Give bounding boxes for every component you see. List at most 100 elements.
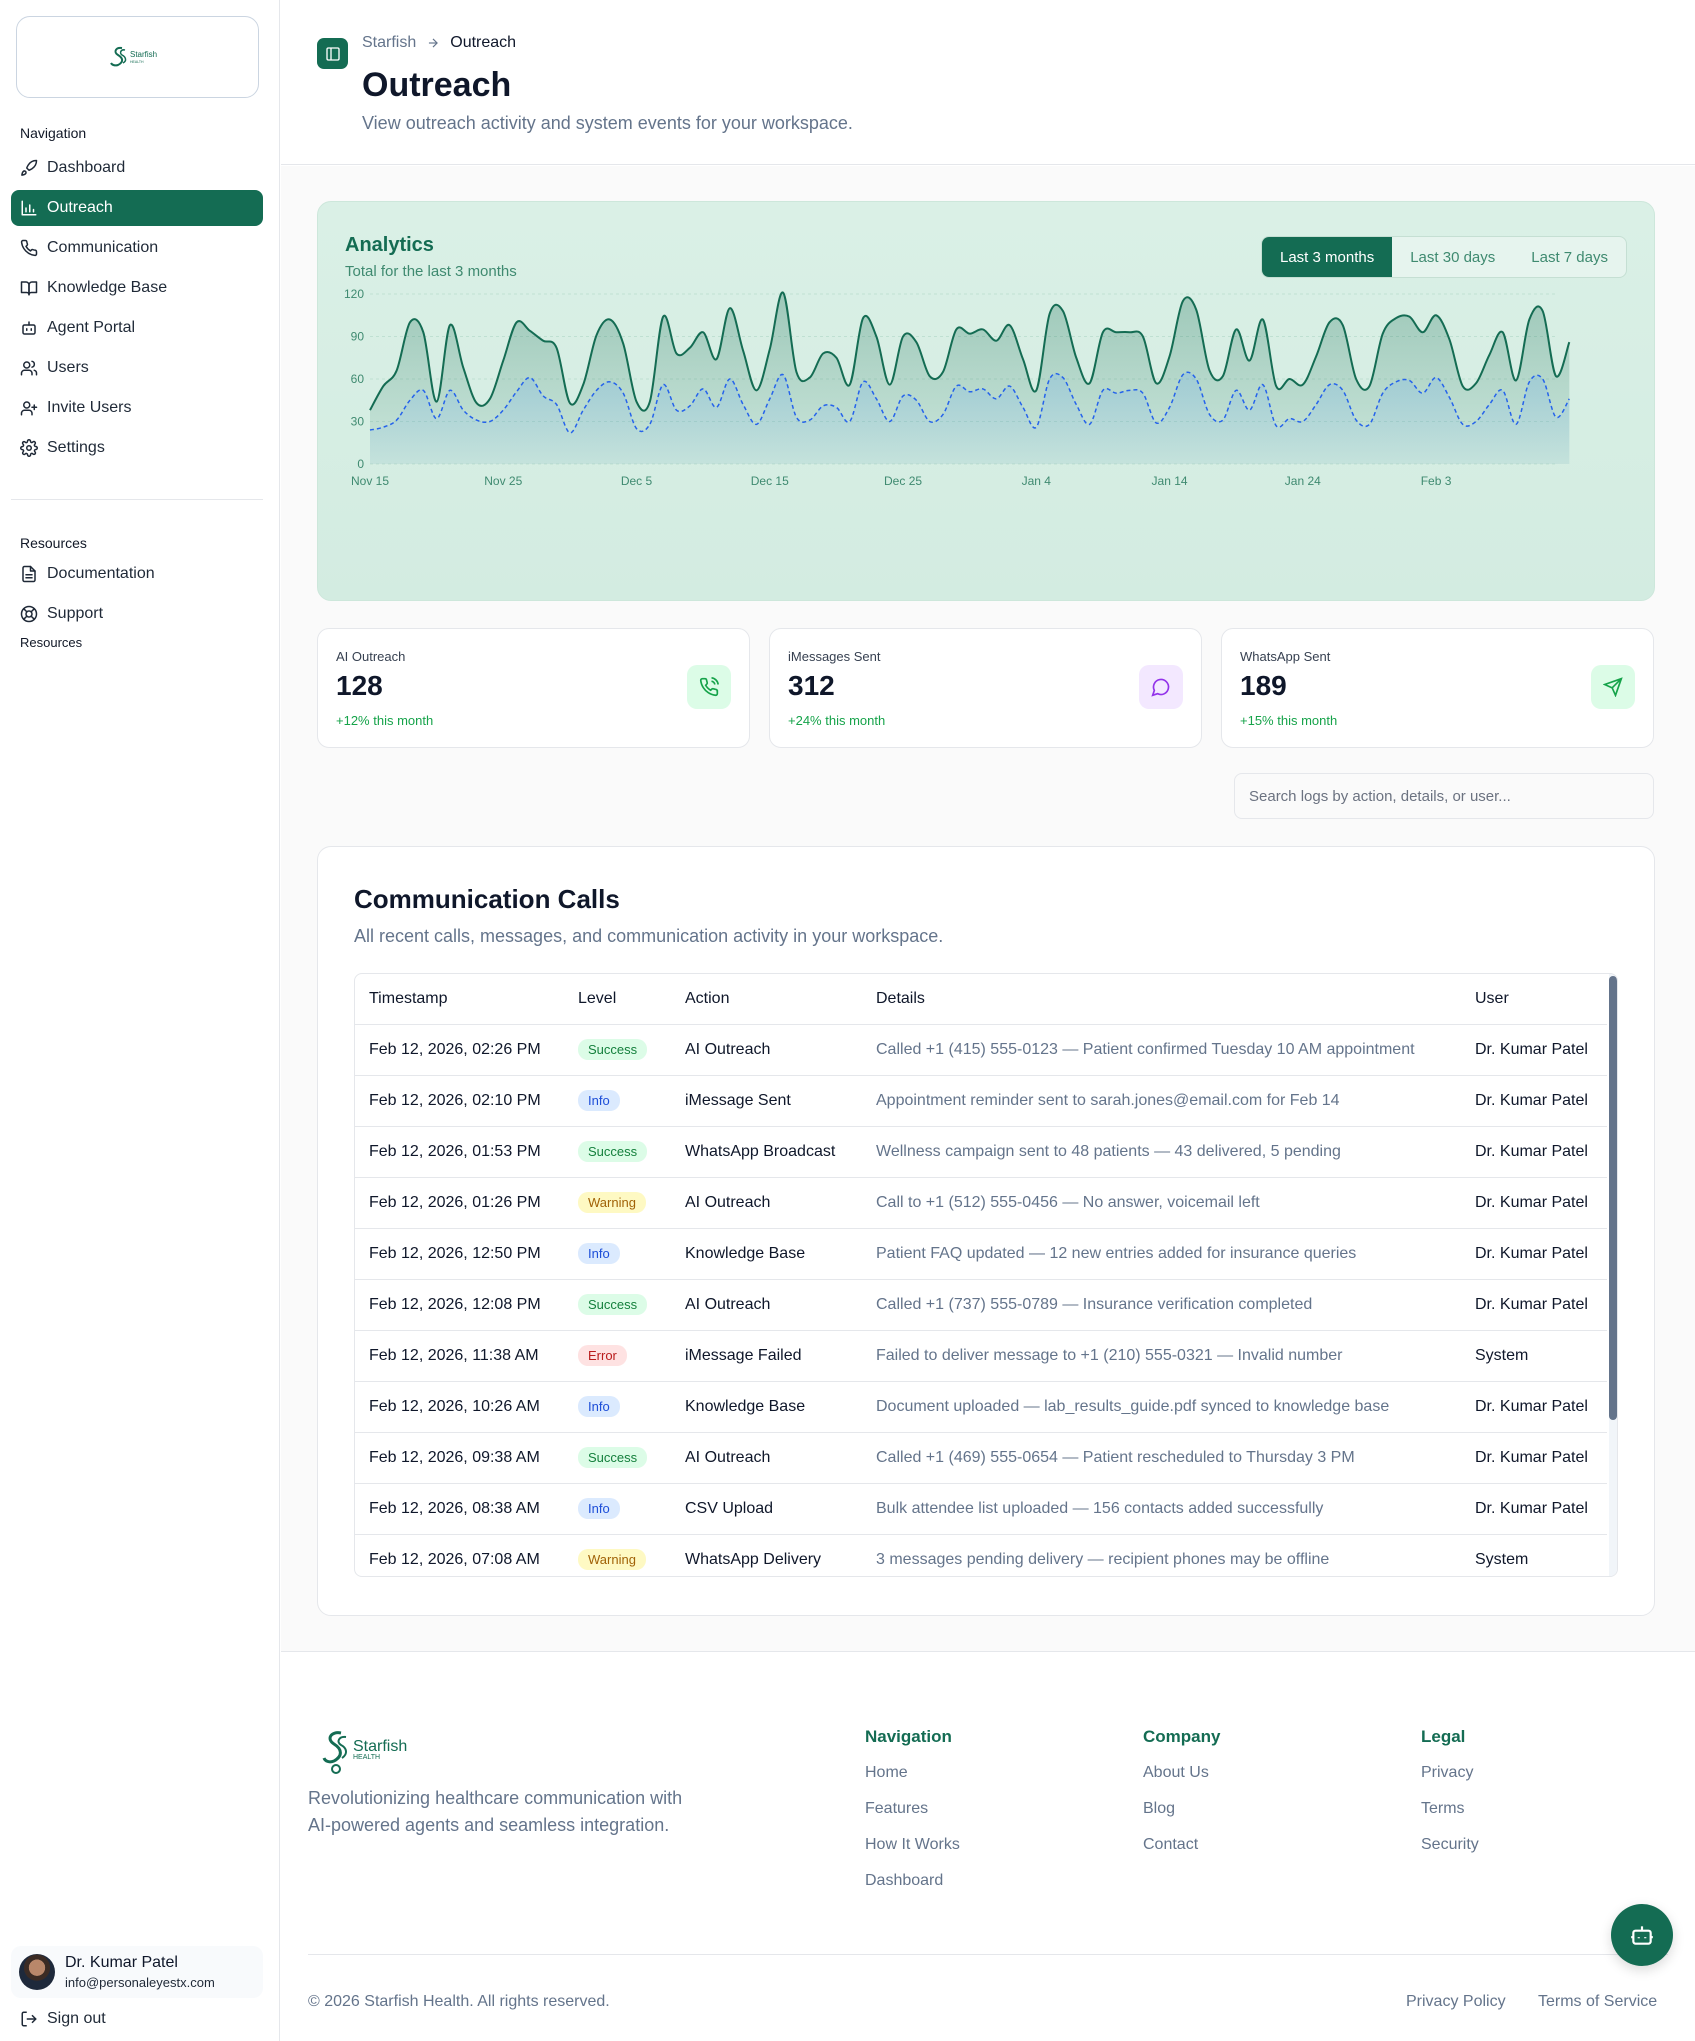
- table-row[interactable]: Feb 12, 2026, 12:50 PM Info Knowledge Base…: [355, 1228, 1607, 1280]
- cell-user: Dr. Kumar Patel: [1461, 1432, 1607, 1484]
- breadcrumb-item-starfish[interactable]: Starfish: [362, 34, 416, 52]
- search-logs-input[interactable]: [1234, 773, 1654, 819]
- sidebar-item-dashboard[interactable]: Dashboard: [11, 150, 263, 186]
- avatar: [19, 1954, 55, 1990]
- cell-user: Dr. Kumar Patel: [1461, 1483, 1607, 1535]
- y-tick-label: 0: [357, 457, 364, 471]
- footer-terms-of-service-link[interactable]: Terms of Service: [1538, 1993, 1657, 2011]
- sign-out-button[interactable]: Sign out: [20, 2010, 106, 2028]
- footer-link-dashboard[interactable]: Dashboard: [865, 1872, 960, 1891]
- table-row[interactable]: Feb 12, 2026, 01:53 PM Success WhatsApp Br…: [355, 1126, 1607, 1178]
- cell-user: System: [1461, 1534, 1607, 1576]
- sidebar-item-label: Settings: [47, 439, 105, 456]
- breadcrumb: Starfish Outreach: [362, 34, 516, 52]
- footer-link-privacy[interactable]: Privacy: [1421, 1764, 1479, 1783]
- table-scrollbar[interactable]: [1609, 974, 1617, 1576]
- users-icon: [20, 359, 38, 377]
- user-name: Dr. Kumar Patel: [65, 1954, 178, 1971]
- user-profile-card[interactable]: Dr. Kumar Patel info@personaleyestx.com: [11, 1946, 263, 1998]
- footer-link-terms[interactable]: Terms: [1421, 1800, 1479, 1819]
- book-icon: [20, 279, 38, 297]
- table-row[interactable]: Feb 12, 2026, 12:08 PM Success AI Outreach…: [355, 1279, 1607, 1331]
- cell-action: WhatsApp Delivery: [671, 1534, 862, 1576]
- footer-col-title: Legal: [1421, 1727, 1466, 1746]
- cell-user: System: [1461, 1330, 1607, 1382]
- brand-logo[interactable]: Starfish HEALTH: [16, 16, 259, 98]
- cell-timestamp: Feb 12, 2026, 08:38 AM: [355, 1483, 564, 1535]
- range-selector: Last 3 months Last 30 days Last 7 days: [1261, 236, 1627, 278]
- column-header-user[interactable]: User: [1461, 974, 1607, 1025]
- chat-assistant-button[interactable]: [1611, 1904, 1673, 1966]
- column-header-details[interactable]: Details: [862, 974, 1461, 1025]
- footer-link-home[interactable]: Home: [865, 1764, 960, 1783]
- footer-copyright: © 2026 Starfish Health. All rights reser…: [308, 1993, 610, 2010]
- footer-logo[interactable]: Starfish HEALTH: [321, 1727, 431, 1780]
- page-subtitle: View outreach activity and system events…: [362, 113, 853, 133]
- footer-description: Revolutionizing healthcare communication…: [308, 1788, 683, 1835]
- footer-link-features[interactable]: Features: [865, 1800, 960, 1819]
- svg-text:HEALTH: HEALTH: [353, 1754, 380, 1761]
- range-last-7-days[interactable]: Last 7 days: [1513, 237, 1626, 277]
- table-row[interactable]: Feb 12, 2026, 08:38 AM Info CSV Upload Bulk…: [355, 1483, 1607, 1535]
- column-header-level[interactable]: Level: [564, 974, 671, 1025]
- stat-label: iMessages Sent: [788, 649, 881, 664]
- range-last-30-days[interactable]: Last 30 days: [1392, 237, 1513, 277]
- column-header-timestamp[interactable]: Timestamp: [355, 974, 564, 1025]
- sidebar-item-support[interactable]: Support: [11, 596, 263, 632]
- cell-action: Knowledge Base: [671, 1381, 862, 1433]
- table-row[interactable]: Feb 12, 2026, 02:10 PM Info iMessage Sent A…: [355, 1075, 1607, 1127]
- table-row[interactable]: Feb 12, 2026, 10:26 AM Info Knowledge Base…: [355, 1381, 1607, 1433]
- sidebar-item-documentation[interactable]: Documentation: [11, 556, 263, 592]
- footer-link-blog[interactable]: Blog: [1143, 1800, 1220, 1819]
- status-badge: Info: [578, 1396, 620, 1417]
- status-badge: Info: [578, 1090, 620, 1111]
- status-badge: Success: [578, 1447, 648, 1468]
- footer-link-security[interactable]: Security: [1421, 1836, 1479, 1855]
- table-row[interactable]: Feb 12, 2026, 07:08 AM Warning WhatsApp De…: [355, 1534, 1607, 1576]
- table-row[interactable]: Feb 12, 2026, 02:26 PM Success AI Outreach…: [355, 1024, 1607, 1076]
- table-row[interactable]: Feb 12, 2026, 11:38 AM Error iMessage Fail…: [355, 1330, 1607, 1382]
- analytics-subtitle: Total for the last 3 months: [345, 263, 517, 280]
- cell-action: AI Outreach: [671, 1177, 862, 1229]
- sidebar-item-users[interactable]: Users: [11, 350, 263, 386]
- sidebar-toggle-button[interactable]: [317, 38, 348, 69]
- breadcrumb-item-outreach: Outreach: [450, 34, 517, 51]
- gear-icon: [20, 439, 38, 457]
- footer-link-contact[interactable]: Contact: [1143, 1836, 1220, 1855]
- stat-card-whatsapp: WhatsApp Sent 189 +15% this month: [1221, 628, 1654, 748]
- column-header-action[interactable]: Action: [671, 974, 862, 1025]
- footer-link-about-us[interactable]: About Us: [1143, 1764, 1220, 1783]
- stat-card-ai-outreach: AI Outreach 128 +12% this month: [317, 628, 750, 748]
- rocket-icon: [20, 159, 38, 177]
- sidebar-item-label: Outreach: [47, 199, 113, 216]
- footer-link-how-it-works[interactable]: How It Works: [865, 1836, 960, 1855]
- range-last-3-months[interactable]: Last 3 months: [1262, 237, 1393, 277]
- calls-title: Communication Calls: [354, 884, 620, 914]
- sidebar-item-settings[interactable]: Settings: [11, 430, 263, 466]
- sidebar-item-communication[interactable]: Communication: [11, 230, 263, 266]
- sidebar-item-agent-portal[interactable]: Agent Portal: [11, 310, 263, 346]
- cell-action: AI Outreach: [671, 1024, 862, 1076]
- log-out-icon: [21, 2011, 37, 2027]
- cell-details: Called +1 (737) 555-0789 — Insurance ver…: [862, 1279, 1461, 1331]
- table-scrollbar-thumb[interactable]: [1609, 976, 1617, 1420]
- cell-level: Success: [564, 1126, 671, 1178]
- calls-subtitle: All recent calls, messages, and communic…: [354, 926, 944, 946]
- sidebar-item-invite-users[interactable]: Invite Users: [11, 390, 263, 426]
- table-row[interactable]: Feb 12, 2026, 01:26 PM Warning AI Outreach…: [355, 1177, 1607, 1229]
- cell-user: Dr. Kumar Patel: [1461, 1228, 1607, 1280]
- footer-col-navigation: Navigation Home Features How It Works Da…: [865, 1727, 960, 1908]
- table-row[interactable]: Feb 12, 2026, 09:38 AM Success AI Outreach…: [355, 1432, 1607, 1484]
- cell-action: AI Outreach: [671, 1279, 862, 1331]
- footer-privacy-policy-link[interactable]: Privacy Policy: [1406, 1993, 1506, 2011]
- sidebar-item-knowledge-base[interactable]: Knowledge Base: [11, 270, 263, 306]
- sidebar: Starfish HEALTH Navigation Dashboard Outr…: [0, 0, 280, 2041]
- cell-level: Success: [564, 1279, 671, 1331]
- cell-action: iMessage Failed: [671, 1330, 862, 1382]
- cell-level: Info: [564, 1483, 671, 1535]
- starfish-logo-icon: Starfish HEALTH: [109, 46, 157, 67]
- sidebar-item-outreach[interactable]: Outreach: [11, 190, 263, 226]
- sidebar-item-label: Agent Portal: [47, 319, 136, 336]
- cell-timestamp: Feb 12, 2026, 02:26 PM: [355, 1024, 564, 1076]
- cell-action: WhatsApp Broadcast: [671, 1126, 862, 1178]
